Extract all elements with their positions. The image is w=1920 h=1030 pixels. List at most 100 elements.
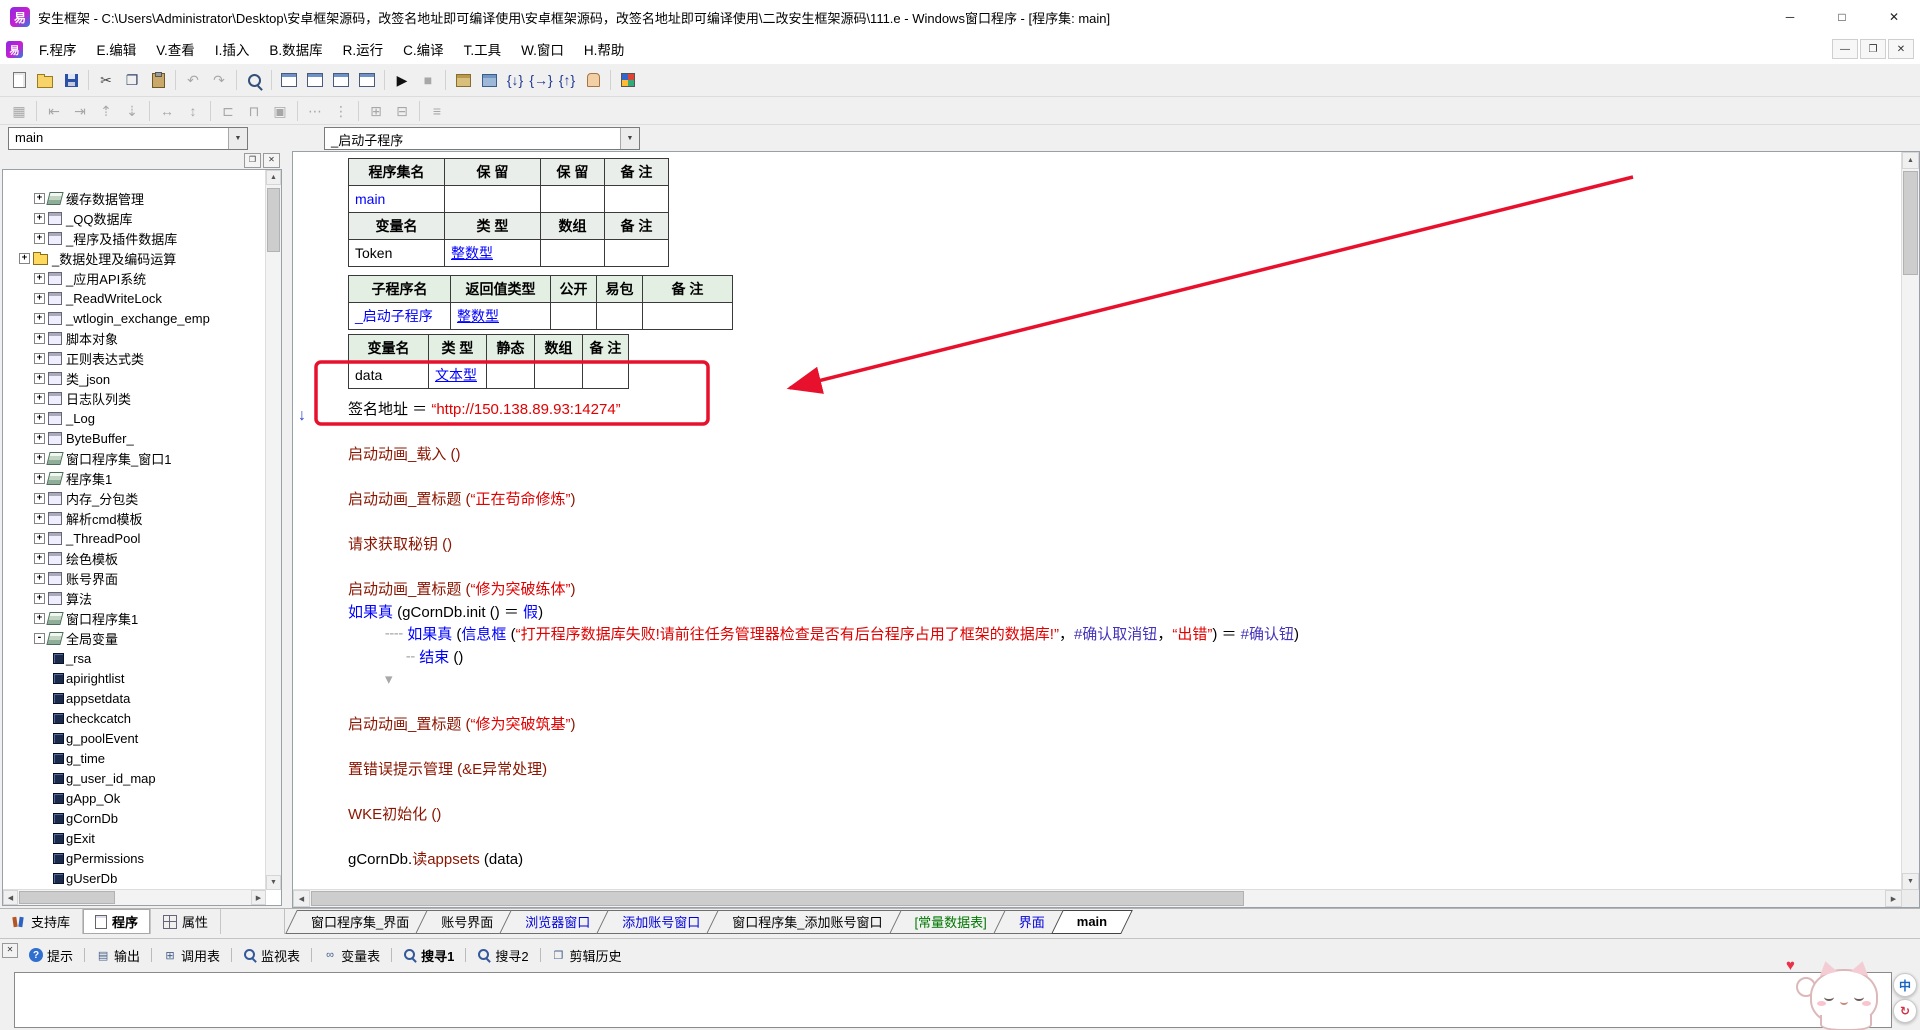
scroll-down-icon[interactable]: ▼ (266, 875, 281, 890)
tree-item[interactable]: +ByteBuffer_ (3, 428, 266, 448)
local-variable-table[interactable]: 变量名类 型静态数组备 注data文本型 (348, 334, 629, 389)
panel-tab-calls[interactable]: ⊞调用表 (154, 944, 229, 966)
scroll-left-icon[interactable]: ◀ (3, 890, 18, 905)
tree-item[interactable]: +算法 (3, 588, 266, 608)
mdi-close-button[interactable]: ✕ (1888, 39, 1914, 59)
code-line[interactable]: 签名地址 ＝ “http://150.138.89.93:14274” (348, 399, 1902, 422)
table-cell[interactable]: 整数型 (451, 303, 551, 330)
menu-item-6[interactable]: C.编译 (393, 34, 454, 64)
table-cell[interactable] (487, 362, 535, 389)
tree-item[interactable]: +脚本对象 (3, 328, 266, 348)
code-line[interactable] (348, 557, 1902, 580)
window-code-icon[interactable] (302, 68, 328, 92)
tree-item[interactable]: +_应用API系统 (3, 268, 266, 288)
assembly-combobox[interactable]: main ▼ (8, 127, 248, 150)
tree-item[interactable]: +_Log (3, 408, 266, 428)
file-tab-5[interactable]: [常量数据表] (895, 909, 1007, 934)
panel-tab-output[interactable]: ▤输出 (87, 944, 149, 966)
expand-toggle-icon[interactable]: + (34, 453, 45, 464)
expand-toggle-icon[interactable]: + (34, 413, 45, 424)
menu-item-0[interactable]: F.程序 (29, 34, 87, 64)
expand-toggle-icon[interactable]: + (34, 613, 45, 624)
assembly-variable-table[interactable]: 变量名类 型数组备 注Token整数型 (348, 212, 669, 267)
tree-item[interactable]: g_user_id_map (3, 768, 266, 788)
file-tab-1[interactable]: 账号界面 (421, 909, 513, 934)
file-tab-7[interactable]: main (1057, 909, 1127, 934)
code-line[interactable] (348, 467, 1902, 490)
expand-toggle-icon[interactable]: + (34, 213, 45, 224)
mdi-minimize-button[interactable]: — (1832, 39, 1858, 59)
expand-toggle-icon[interactable]: + (34, 233, 45, 244)
scrollbar-thumb[interactable] (311, 891, 1244, 906)
scrollbar-thumb[interactable] (1903, 171, 1918, 275)
table-cell[interactable] (535, 362, 583, 389)
scroll-up-icon[interactable]: ▲ (266, 170, 281, 185)
code-line[interactable]: 启动动画_载入 () (348, 444, 1902, 467)
table-cell[interactable]: 文本型 (429, 362, 487, 389)
code-line[interactable]: ▾ (348, 669, 1902, 692)
expand-toggle-icon[interactable]: + (34, 193, 45, 204)
subroutine-table[interactable]: 子程序名返回值类型公开易包备 注_启动子程序整数型 (348, 275, 733, 330)
table-cell[interactable]: main (349, 186, 445, 213)
expand-toggle-icon[interactable]: + (34, 513, 45, 524)
tree-item[interactable]: +_ThreadPool (3, 528, 266, 548)
tree-item[interactable]: +_wtlogin_exchange_emp (3, 308, 266, 328)
expand-toggle-icon[interactable]: + (34, 573, 45, 584)
dock-tab-doc[interactable]: 程序 (83, 909, 151, 934)
code-line[interactable]: WKE初始化 () (348, 804, 1902, 827)
tree-item[interactable]: +账号界面 (3, 568, 266, 588)
table-cell[interactable] (643, 303, 733, 330)
code-line[interactable]: 请求获取秘钥 () (348, 534, 1902, 557)
code-line[interactable]: 启动动画_置标题 (“正在苟命修炼”) (348, 489, 1902, 512)
tree-vertical-scrollbar[interactable]: ▲ ▼ (265, 170, 281, 890)
panel-tab-hint[interactable]: ?提示 (20, 944, 82, 966)
ime-language-badge[interactable]: 中 (1893, 973, 1917, 997)
step-out-icon[interactable]: {↑} (554, 68, 580, 92)
expand-toggle-icon[interactable]: + (34, 373, 45, 384)
code-line[interactable]: 置错误提示管理 (&E异常处理) (348, 759, 1902, 782)
expand-toggle-icon[interactable]: + (34, 593, 45, 604)
tree-item[interactable]: appsetdata (3, 688, 266, 708)
table-cell[interactable] (605, 186, 669, 213)
step-into-icon[interactable]: {↓} (502, 68, 528, 92)
expand-toggle-icon[interactable]: + (34, 333, 45, 344)
panel-tab-find-active[interactable]: 搜寻1 (394, 944, 463, 966)
find-icon[interactable] (241, 68, 267, 92)
save-icon[interactable] (58, 68, 84, 92)
panel-close-button[interactable]: ✕ (263, 153, 280, 168)
tree-item[interactable]: gPermissions (3, 848, 266, 868)
tree-item[interactable]: -全局变量 (3, 628, 266, 648)
tree-item[interactable]: checkcatch (3, 708, 266, 728)
subroutine-combobox[interactable]: _启动子程序 ▼ (324, 127, 640, 150)
tree-item[interactable]: gApp_Ok (3, 788, 266, 808)
scroll-up-icon[interactable]: ▲ (1902, 152, 1919, 169)
paste-icon[interactable] (145, 68, 171, 92)
tree-item[interactable]: +窗口程序集_窗口1 (3, 448, 266, 468)
new-file-icon[interactable] (6, 68, 32, 92)
panel-float-button[interactable]: ❐ (244, 153, 261, 168)
compile-icon[interactable] (450, 68, 476, 92)
run-icon[interactable]: ▶ (389, 68, 415, 92)
dock-tab-books[interactable]: 支持库 (0, 909, 83, 934)
table-cell[interactable]: _启动子程序 (349, 303, 451, 330)
pause-icon[interactable] (580, 68, 606, 92)
code-line[interactable] (348, 422, 1902, 445)
support-library-icon[interactable] (615, 68, 641, 92)
step-over-icon[interactable]: {→} (528, 68, 554, 92)
dock-tab-grid[interactable]: 属性 (151, 909, 221, 934)
tree-item[interactable]: g_time (3, 748, 266, 768)
tree-horizontal-scrollbar[interactable]: ◀ ▶ (3, 889, 266, 905)
table-cell[interactable] (605, 240, 669, 267)
panel-tab-watch[interactable]: 监视表 (234, 944, 309, 966)
refresh-badge[interactable]: ↻ (1893, 999, 1917, 1023)
code-line[interactable] (348, 827, 1902, 850)
editor-vertical-scrollbar[interactable]: ▲ ▼ (1901, 152, 1919, 890)
scroll-left-icon[interactable]: ◀ (293, 890, 310, 907)
tree-item[interactable]: +日志队列类 (3, 388, 266, 408)
open-file-icon[interactable] (32, 68, 58, 92)
table-cell[interactable] (583, 362, 629, 389)
table-cell[interactable]: Token (349, 240, 445, 267)
cut-icon[interactable]: ✂ (93, 68, 119, 92)
window-prop-icon[interactable] (354, 68, 380, 92)
mdi-restore-button[interactable]: ❐ (1860, 39, 1886, 59)
